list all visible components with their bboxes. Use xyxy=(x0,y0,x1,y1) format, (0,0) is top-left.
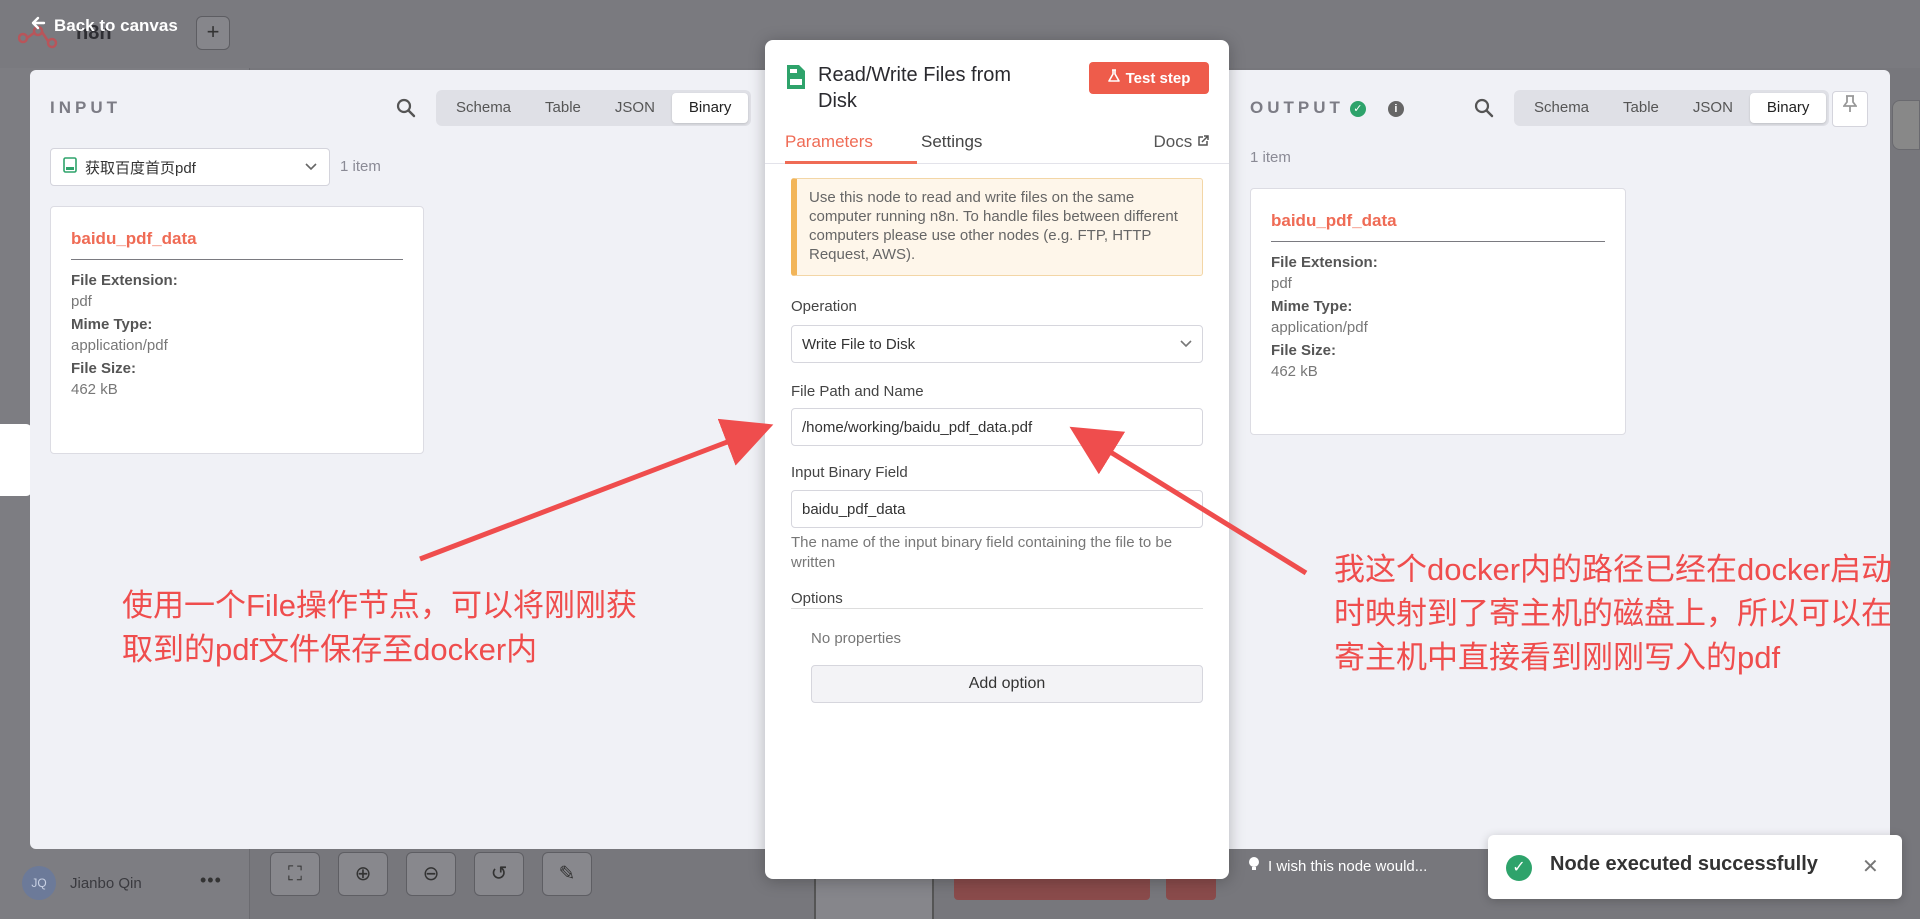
tab-settings[interactable]: Settings xyxy=(921,132,982,164)
operation-value: Write File to Disk xyxy=(802,335,916,353)
file-extension-label: File Extension: xyxy=(1271,254,1378,271)
output-binary-card: baidu_pdf_data File Extension: pdf Mime … xyxy=(1250,188,1626,435)
input-view-switcher: Schema Table JSON Binary xyxy=(436,90,752,126)
input-view-schema[interactable]: Schema xyxy=(439,93,528,123)
options-label: Options xyxy=(791,590,843,607)
input-binary-field-input[interactable]: baidu_pdf_data xyxy=(791,490,1203,528)
zoom-out-button[interactable]: ⊖ xyxy=(406,852,456,896)
file-size-value: 462 kB xyxy=(71,381,118,398)
input-binary-field-hint: The name of the input binary field conta… xyxy=(791,534,1173,571)
back-to-canvas-label: Back to canvas xyxy=(54,15,178,35)
file-path-value: /home/working/baidu_pdf_data.pdf xyxy=(802,418,1033,436)
search-icon[interactable] xyxy=(396,98,416,123)
left-annotation: 使用一个File操作节点，可以将刚刚获取到的pdf文件保存至docker内 xyxy=(122,588,637,667)
file-extension-value: pdf xyxy=(71,293,92,310)
output-pane-title: OUTPUT ✓ i xyxy=(1250,98,1404,118)
search-icon[interactable] xyxy=(1474,98,1494,123)
input-binary-field-value: baidu_pdf_data xyxy=(802,500,906,518)
output-view-binary[interactable]: Binary xyxy=(1749,93,1827,123)
close-icon[interactable]: ✕ xyxy=(1862,854,1879,879)
no-properties-text: No properties xyxy=(811,630,902,647)
tidy-up-button[interactable]: ✎ xyxy=(542,852,592,896)
node-notice: Use this node to read and write files on… xyxy=(791,178,1203,276)
file-path-input[interactable]: /home/working/baidu_pdf_data.pdf xyxy=(791,408,1203,446)
file-size-label: File Size: xyxy=(71,360,137,377)
output-view-table[interactable]: Table xyxy=(1606,93,1676,123)
operation-select[interactable]: Write File to Disk xyxy=(791,325,1203,363)
chevron-down-icon xyxy=(305,160,317,174)
mime-type-label: Mime Type: xyxy=(71,316,153,333)
file-extension-label: File Extension: xyxy=(71,272,178,289)
arrow-left-icon xyxy=(30,15,46,36)
input-items-count: 1 item xyxy=(340,158,381,175)
file-size-label: File Size: xyxy=(1271,342,1337,359)
input-node-select[interactable]: 获取百度首页pdf xyxy=(50,148,330,186)
feedback-label: I wish this node would... xyxy=(1268,857,1428,875)
input-binary-card: baidu_pdf_data File Extension: pdf Mime … xyxy=(50,206,424,454)
add-option-button[interactable]: Add option xyxy=(811,665,1203,703)
file-path-label: File Path and Name xyxy=(791,383,924,400)
user-more-menu[interactable]: ••• xyxy=(200,870,222,891)
fit-view-button[interactable]: ⛶ xyxy=(270,852,320,896)
node-tabs: Parameters Settings Docs xyxy=(765,132,1229,164)
canvas-node-preview xyxy=(0,424,32,496)
input-pane-title: INPUT xyxy=(50,98,121,117)
canvas-edge-panel xyxy=(1892,100,1920,150)
output-items-count: 1 item xyxy=(1250,149,1291,166)
node-parameters-panel: Read/Write Files from Disk Test step Par… xyxy=(765,40,1229,879)
add-workflow-button[interactable]: + xyxy=(196,16,230,50)
check-circle-icon: ✓ xyxy=(1506,855,1532,881)
back-to-canvas-link[interactable]: Back to canvas xyxy=(30,15,178,36)
binary-name: baidu_pdf_data xyxy=(71,229,403,260)
success-toast: ✓ Node executed successfully ✕ xyxy=(1488,835,1902,899)
input-node-select-value: 获取百度首页pdf xyxy=(85,159,196,177)
user-menu[interactable]: JQ Jianbo Qin xyxy=(22,866,142,900)
reset-zoom-button[interactable]: ↺ xyxy=(474,852,524,896)
user-name: Jianbo Qin xyxy=(70,874,142,892)
operation-label: Operation xyxy=(791,298,857,315)
binary-name: baidu_pdf_data xyxy=(1271,211,1605,242)
flask-icon xyxy=(1107,69,1120,87)
file-extension-value: pdf xyxy=(1271,275,1292,292)
options-divider xyxy=(791,608,1203,609)
output-view-schema[interactable]: Schema xyxy=(1517,93,1606,123)
check-circle-icon: ✓ xyxy=(1349,100,1366,117)
toast-message: Node executed successfully xyxy=(1550,853,1818,875)
info-icon[interactable]: i xyxy=(1387,100,1404,117)
test-step-label: Test step xyxy=(1125,69,1191,87)
external-link-icon xyxy=(1197,132,1209,151)
tab-parameters[interactable]: Parameters xyxy=(785,132,917,164)
file-disk-icon xyxy=(785,64,807,90)
test-step-button[interactable]: Test step xyxy=(1089,62,1209,94)
output-title-text: OUTPUT xyxy=(1250,98,1344,117)
mime-type-label: Mime Type: xyxy=(1271,298,1353,315)
node-small-icon xyxy=(63,157,77,177)
mime-type-value: application/pdf xyxy=(71,337,168,354)
mime-type-value: application/pdf xyxy=(1271,319,1368,336)
input-binary-field-label: Input Binary Field xyxy=(791,464,908,481)
feedback-link[interactable]: I wish this node would... xyxy=(1248,856,1427,876)
pin-icon[interactable] xyxy=(1832,91,1868,127)
file-size-value: 462 kB xyxy=(1271,363,1318,380)
chevron-down-icon xyxy=(1180,337,1192,351)
zoom-in-button[interactable]: ⊕ xyxy=(338,852,388,896)
input-view-json[interactable]: JSON xyxy=(598,93,672,123)
output-view-switcher: Schema Table JSON Binary xyxy=(1514,90,1830,126)
avatar: JQ xyxy=(22,866,56,900)
lightbulb-icon xyxy=(1248,856,1260,876)
input-view-table[interactable]: Table xyxy=(528,93,598,123)
node-title[interactable]: Read/Write Files from Disk xyxy=(818,62,1048,114)
docs-label: Docs xyxy=(1153,132,1193,151)
output-view-json[interactable]: JSON xyxy=(1676,93,1750,123)
right-annotation: 我这个docker内的路径已经在docker启动时映射到了寄主机的磁盘上，所以可… xyxy=(1334,552,1893,675)
input-view-binary[interactable]: Binary xyxy=(671,93,749,123)
docs-link[interactable]: Docs xyxy=(1154,132,1209,152)
